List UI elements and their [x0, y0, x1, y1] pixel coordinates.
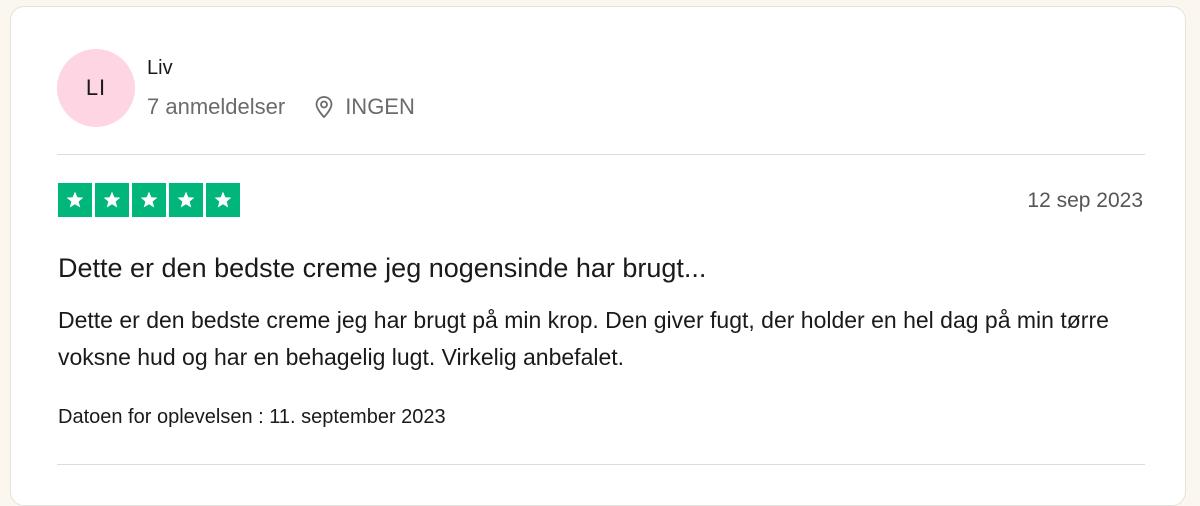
star-icon	[177, 191, 195, 208]
star-5	[206, 183, 240, 217]
experience-date: Datoen for oplevelsen : 11. september 20…	[58, 406, 446, 428]
review-count: 7 anmeldelser	[147, 94, 286, 119]
star-2	[95, 183, 129, 217]
avatar-initials: LI	[85, 75, 107, 100]
header-divider	[57, 154, 1145, 155]
star-rating	[58, 183, 240, 217]
review-date: 12 sep 2023	[1027, 189, 1143, 212]
review-title[interactable]: Dette er den bedste creme jeg nogensinde…	[58, 253, 706, 284]
reviewer-location: INGEN	[313, 94, 415, 120]
star-1	[58, 183, 92, 217]
location-pin-icon	[315, 96, 333, 119]
star-icon	[103, 191, 121, 208]
star-icon	[214, 191, 232, 208]
star-icon	[140, 191, 158, 208]
reviewer-name[interactable]: Liv	[147, 56, 415, 80]
star-3	[132, 183, 166, 217]
review-card: LI Liv 7 anmeldelser INGEN 12 sep 2023 D…	[10, 6, 1186, 506]
star-icon	[66, 191, 84, 208]
reviewer-info: Liv 7 anmeldelser INGEN	[147, 56, 415, 120]
avatar[interactable]: LI	[57, 49, 135, 127]
footer-divider	[57, 464, 1145, 465]
reviewer-header: LI Liv 7 anmeldelser INGEN	[57, 49, 415, 127]
location-label: INGEN	[345, 94, 415, 119]
review-body: Dette er den bedste creme jeg har brugt …	[58, 307, 1109, 370]
star-4	[169, 183, 203, 217]
reviewer-meta: 7 anmeldelser INGEN	[147, 94, 415, 120]
